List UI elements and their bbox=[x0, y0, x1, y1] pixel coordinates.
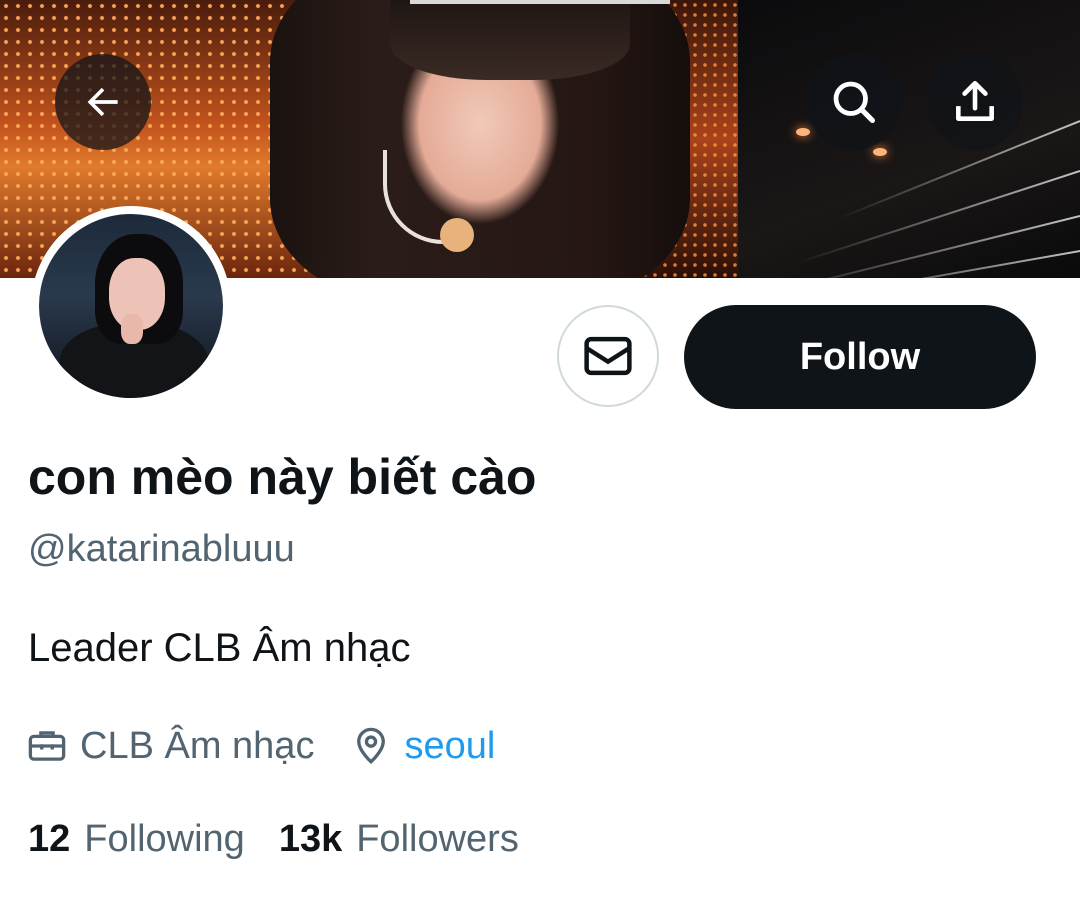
search-button[interactable] bbox=[806, 54, 902, 150]
banner-hair bbox=[390, 0, 630, 80]
back-button[interactable] bbox=[55, 54, 151, 150]
profile-meta: CLB Âm nhạc seoul bbox=[26, 722, 495, 770]
stage-light bbox=[873, 148, 887, 156]
following-count: 12 bbox=[28, 818, 71, 860]
followers-stat[interactable]: 13k Followers bbox=[279, 818, 519, 861]
message-button[interactable] bbox=[557, 305, 659, 407]
follow-stats: 12 Following 13k Followers bbox=[28, 818, 553, 861]
banner-stage-dark bbox=[738, 0, 1080, 278]
display-name: con mèo này biết cào bbox=[28, 449, 537, 505]
share-button[interactable] bbox=[927, 54, 1023, 150]
avatar-photo bbox=[39, 214, 223, 398]
following-stat[interactable]: 12 Following bbox=[28, 818, 245, 861]
search-icon bbox=[833, 81, 876, 124]
profile-work-label: CLB Âm nhạc bbox=[80, 724, 315, 767]
location-pin-icon bbox=[357, 727, 386, 764]
envelope-icon bbox=[584, 336, 632, 376]
follow-button[interactable]: Follow bbox=[684, 305, 1036, 409]
avatar-hand bbox=[121, 314, 143, 344]
followers-count: 13k bbox=[278, 818, 343, 860]
following-label: Following bbox=[84, 818, 245, 860]
profile-bio: Leader CLB Âm nhạc bbox=[28, 626, 411, 670]
briefcase-icon bbox=[28, 731, 66, 761]
followers-label: Followers bbox=[356, 818, 519, 860]
profile-location[interactable]: seoul bbox=[350, 725, 495, 768]
profile-location-link[interactable]: seoul bbox=[404, 725, 495, 768]
stage-beam bbox=[769, 215, 1080, 278]
stage-beam bbox=[784, 250, 1080, 278]
arrow-left-icon bbox=[87, 87, 118, 117]
stage-light bbox=[796, 128, 810, 136]
profile-avatar[interactable] bbox=[31, 206, 231, 406]
user-handle: @katarinabluuu bbox=[28, 528, 295, 570]
headset-mic-head bbox=[440, 218, 474, 252]
banner-top-bar bbox=[410, 0, 670, 4]
profile-work: CLB Âm nhạc bbox=[26, 725, 314, 768]
share-upload-icon bbox=[956, 80, 994, 121]
